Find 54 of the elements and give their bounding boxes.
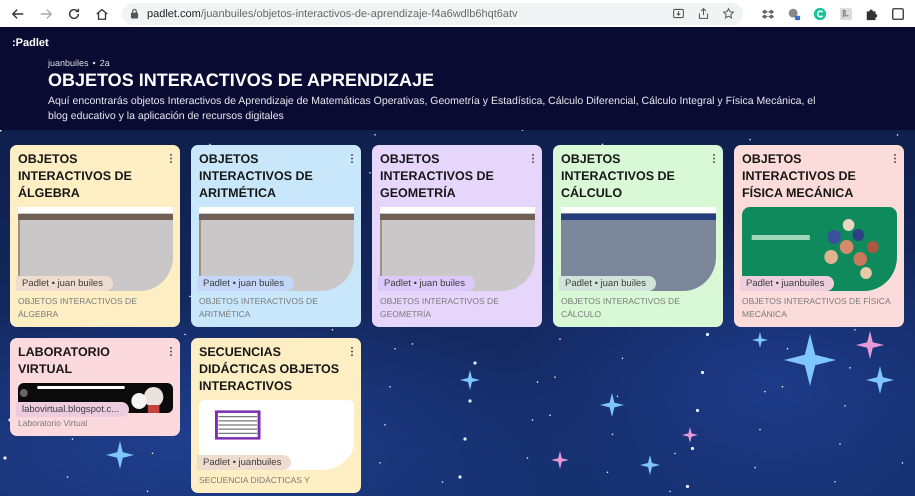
post-title: OBJETOS INTERACTIVOS DE ARITMÉTICA (199, 151, 314, 202)
post-card[interactable]: OBJETOS INTERACTIVOS DE FÍSICA MECÁNICA Padlet • juanbuiles OBJETOS INTERACTIVOS DE FÍSICA MECÁNICA (734, 145, 904, 327)
post-card[interactable]: SECUENCIAS DIDÁCTICAS OBJETOS INTERACTIVOS Padlet • juanbuiles SECUENCIA DIDÁCTICAS Y (191, 338, 361, 493)
post-title: LABORATORIO VIRTUAL (18, 344, 111, 378)
attribution-tag[interactable]: Padlet • juan builes (16, 276, 113, 291)
post-title: OBJETOS INTERACTIVOS DE FÍSICA MECÁNICA (742, 151, 857, 202)
more-icon[interactable] (169, 153, 173, 164)
post-caption: OBJETOS INTERACTIVOS DE ÁLGEBRA (18, 295, 138, 321)
post-caption: OBJETOS INTERACTIVOS DE FÍSICA MECÁNICA (742, 295, 892, 321)
more-icon[interactable] (350, 346, 354, 357)
post-card[interactable]: OBJETOS INTERACTIVOS DE ÁLGEBRA Padlet • juan builes OBJETOS INTERACTIVOS DE ÁLGEBRA (10, 145, 180, 327)
post-title: OBJETOS INTERACTIVOS DE GEOMETRÍA (380, 151, 495, 202)
post-card[interactable]: OBJETOS INTERACTIVOS DE ARITMÉTICA Padlet • juan builes OBJETOS INTERACTIVOS DE ARITMÉTICA (191, 145, 361, 327)
post-card[interactable]: LABORATORIO VIRTUAL labovirtual.blogspot.c... Laboratorio Virtual (10, 338, 180, 436)
sidebar-icon[interactable] (891, 6, 905, 20)
attribution-tag[interactable]: Padlet • juan builes (197, 276, 294, 291)
attribution-tag[interactable]: Padlet • juan builes (378, 276, 475, 291)
attribution-tag[interactable]: Padlet • juanbuiles (740, 276, 834, 291)
post-title: OBJETOS INTERACTIVOS DE CÁLCULO (561, 151, 676, 202)
extension-icon[interactable] (787, 6, 801, 20)
post-card[interactable]: OBJETOS INTERACTIVOS DE CÁLCULO Padlet • juan builes OBJETOS INTERACTIVOS DE CÁLCULO (553, 145, 723, 327)
more-icon[interactable] (350, 153, 354, 164)
address-bar[interactable]: padlet.com/juanbuiles/objetos-interactivos-de-aprendizaje-f4a6wdlb6hqt6atv (122, 2, 743, 24)
post-age: 2a (100, 58, 110, 68)
home-icon[interactable] (95, 6, 109, 20)
more-icon[interactable] (712, 153, 716, 164)
post-caption: SECUENCIA DIDÁCTICAS Y (199, 474, 311, 487)
board-title: OBJETOS INTERACTIVOS DE APRENDIZAJE (48, 69, 436, 91)
reload-icon[interactable] (67, 6, 81, 20)
puzzle-icon[interactable] (865, 6, 879, 20)
post-card[interactable]: OBJETOS INTERACTIVOS DE GEOMETRÍA Padlet • juan builes OBJETOS INTERACTIVOS DE GEOMETRÍA (372, 145, 542, 327)
share-icon[interactable] (697, 7, 710, 20)
lock-icon (130, 8, 139, 19)
board-description: Aquí encontrarás objetos Interactivos de Aprendizaje de Matemáticas Operativas, Geometría y Estadística, Cálculo Diferencial, Cálculo Integral y Física Mecánica, el blog educativo y la aplicación de recursos digitales (48, 94, 816, 124)
back-icon[interactable] (11, 6, 25, 20)
star-icon[interactable] (722, 7, 735, 20)
post-title: OBJETOS INTERACTIVOS DE ÁLGEBRA (18, 151, 133, 202)
attribution-tag[interactable]: Padlet • juanbuiles (197, 455, 292, 470)
attribution-tag[interactable]: Padlet • juan builes (559, 276, 656, 291)
extension-icon[interactable] (839, 6, 853, 20)
attribution-tag[interactable]: labovirtual.blogspot.c... (16, 402, 130, 417)
author-name: juanbuiles (48, 58, 89, 68)
url-text: padlet.com/juanbuiles/objetos-interactivos-de-aprendizaje-f4a6wdlb6hqt6atv (147, 8, 519, 20)
separator-dot: • (92, 58, 96, 68)
padlet-logo[interactable]: :Padlet (12, 37, 915, 49)
more-icon[interactable] (531, 153, 535, 164)
more-icon[interactable] (893, 153, 897, 164)
post-caption: Laboratorio Virtual (18, 417, 88, 430)
post-caption: OBJETOS INTERACTIVOS DE CÁLCULO (561, 295, 681, 321)
more-icon[interactable] (169, 346, 173, 357)
post-title: SECUENCIAS DIDÁCTICAS OBJETOS INTERACTIVOS (199, 344, 340, 395)
install-icon[interactable] (672, 7, 685, 20)
post-caption: OBJETOS INTERACTIVOS DE GEOMETRÍA (380, 295, 500, 321)
post-caption: OBJETOS INTERACTIVOS DE ARITMÉTICA (199, 295, 319, 321)
